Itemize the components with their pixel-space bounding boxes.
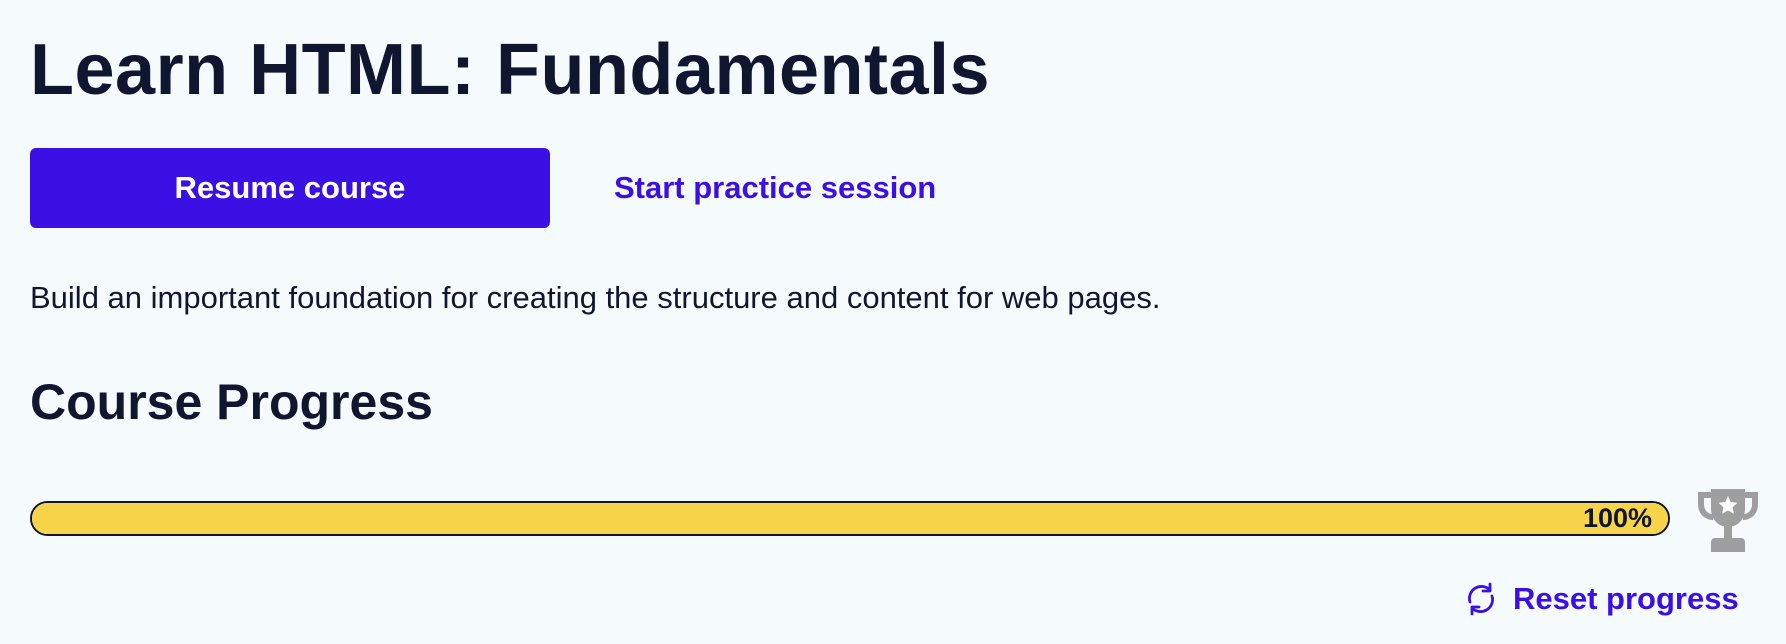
course-description: Build an important foundation for creati… <box>30 280 1161 315</box>
course-progress-bar: 100% <box>30 501 1670 536</box>
resume-course-button[interactable]: Resume course <box>30 148 550 228</box>
progress-percent-label: 100% <box>1582 503 1652 533</box>
course-progress-heading: Course Progress <box>30 374 433 430</box>
reset-progress-button[interactable]: Reset progress <box>1463 574 1739 624</box>
course-overview: Learn HTML: Fundamentals Resume course S… <box>30 0 1760 644</box>
trophy-icon <box>1698 489 1758 552</box>
reset-progress-label: Reset progress <box>1513 581 1739 616</box>
progress-bar-fill <box>32 503 1668 534</box>
refresh-icon <box>1468 582 1494 616</box>
start-practice-session-link[interactable]: Start practice session <box>606 148 944 228</box>
page-title: Learn HTML: Fundamentals <box>30 30 991 110</box>
